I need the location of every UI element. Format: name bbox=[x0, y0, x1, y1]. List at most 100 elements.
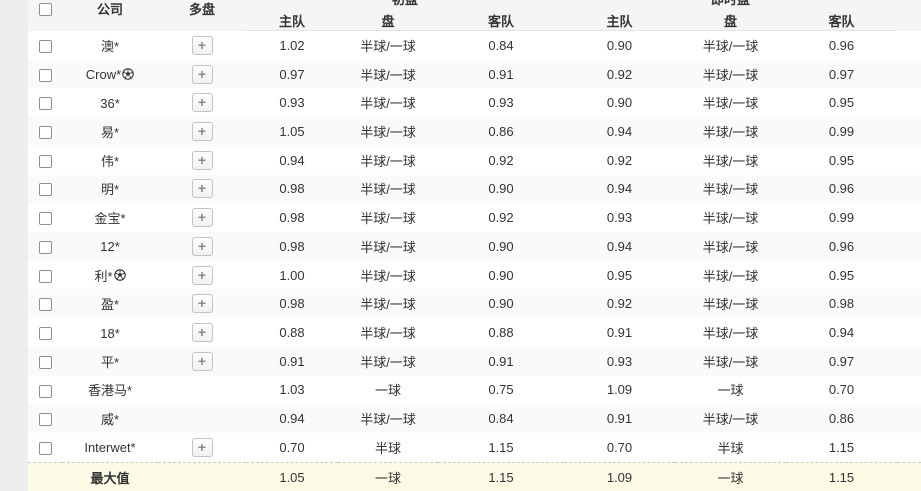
company-cell: 香港马* bbox=[62, 376, 158, 405]
expand-odds-button[interactable]: + bbox=[192, 122, 213, 141]
handicap-cell-1: 半球/一球 bbox=[338, 88, 438, 117]
company-name[interactable]: 平* bbox=[101, 355, 119, 370]
away-odds-cell-1: 0.90 bbox=[438, 289, 564, 318]
expand-odds-button[interactable]: + bbox=[192, 93, 213, 112]
away-odds-cell-2: 0.95 bbox=[786, 146, 897, 175]
group-header-row: 公司 多盘 初盘 即时盘 bbox=[28, 0, 921, 10]
expand-odds-button[interactable]: + bbox=[192, 208, 213, 227]
table-row: 威*0.94半球/一球0.840.91半球/一球0.86 bbox=[28, 404, 921, 433]
company-name[interactable]: 利* bbox=[94, 269, 112, 284]
company-name[interactable]: Interwet* bbox=[84, 440, 135, 455]
row-checkbox[interactable] bbox=[39, 413, 52, 426]
row-checkbox[interactable] bbox=[39, 97, 52, 110]
soccer-ball-icon bbox=[114, 269, 126, 281]
checkbox-cell bbox=[28, 60, 62, 89]
expand-odds-button[interactable]: + bbox=[192, 65, 213, 84]
row-checkbox[interactable] bbox=[39, 69, 52, 82]
company-name[interactable]: 盈* bbox=[101, 297, 119, 312]
expand-odds-button[interactable]: + bbox=[192, 36, 213, 55]
checkbox-cell bbox=[28, 289, 62, 318]
company-name[interactable]: 36* bbox=[100, 96, 120, 111]
home-odds-cell-1: 0.98 bbox=[246, 232, 338, 261]
handicap-cell-2: 半球/一球 bbox=[675, 146, 786, 175]
filler-cell bbox=[897, 376, 921, 405]
row-checkbox[interactable] bbox=[39, 385, 52, 398]
away-odds-cell-1: 0.91 bbox=[438, 347, 564, 376]
away-odds-cell-1: 0.75 bbox=[438, 376, 564, 405]
row-checkbox[interactable] bbox=[39, 155, 52, 168]
company-name[interactable]: 澳* bbox=[101, 39, 119, 54]
home-odds-cell-2: 0.92 bbox=[564, 289, 675, 318]
expand-odds-button[interactable]: + bbox=[192, 179, 213, 198]
handicap-cell-2: 一球 bbox=[675, 376, 786, 405]
company-name[interactable]: 易* bbox=[101, 125, 119, 140]
home-subheader-2: 主队 bbox=[564, 10, 675, 31]
away-odds-cell-2: 0.99 bbox=[786, 117, 897, 146]
company-name[interactable]: 18* bbox=[100, 326, 120, 341]
filler-cell bbox=[897, 203, 921, 232]
multi-odds-cell: + bbox=[158, 318, 246, 347]
expand-odds-button[interactable]: + bbox=[192, 266, 213, 285]
odds-comparison-table: 公司 多盘 初盘 即时盘 主队 盘 客队 主队 盘 客队 澳*+1.02半球/一… bbox=[28, 0, 921, 491]
table-row: 香港马*1.03一球0.751.09一球0.70 bbox=[28, 376, 921, 405]
checkbox-cell bbox=[28, 146, 62, 175]
home-odds-cell-1: 1.02 bbox=[246, 31, 338, 60]
handicap-cell-1: 半球 bbox=[338, 433, 438, 462]
row-checkbox[interactable] bbox=[39, 298, 52, 311]
multi-odds-cell: + bbox=[158, 31, 246, 60]
expand-odds-button[interactable]: + bbox=[192, 323, 213, 342]
expand-odds-button[interactable]: + bbox=[192, 438, 213, 457]
handicap-cell-1: 半球/一球 bbox=[338, 60, 438, 89]
away-odds-cell-1: 0.90 bbox=[438, 261, 564, 290]
handicap-cell-1: 半球/一球 bbox=[338, 117, 438, 146]
max-handicap-2: 一球 bbox=[675, 462, 786, 491]
filler-cell bbox=[897, 347, 921, 376]
away-odds-cell-2: 0.95 bbox=[786, 261, 897, 290]
row-checkbox[interactable] bbox=[39, 270, 52, 283]
filler-header bbox=[897, 0, 921, 31]
handicap-cell-1: 半球/一球 bbox=[338, 31, 438, 60]
row-checkbox[interactable] bbox=[39, 183, 52, 196]
away-odds-cell-2: 0.86 bbox=[786, 404, 897, 433]
away-odds-cell-2: 1.15 bbox=[786, 433, 897, 462]
expand-odds-button[interactable]: + bbox=[192, 151, 213, 170]
home-odds-cell-1: 1.05 bbox=[246, 117, 338, 146]
checkbox-cell bbox=[28, 433, 62, 462]
away-odds-cell-1: 0.84 bbox=[438, 31, 564, 60]
checkbox-cell bbox=[28, 31, 62, 60]
handicap-cell-2: 半球/一球 bbox=[675, 117, 786, 146]
company-name[interactable]: 金宝* bbox=[94, 211, 125, 226]
away-odds-cell-2: 0.96 bbox=[786, 175, 897, 204]
company-name[interactable]: 香港马* bbox=[88, 383, 132, 398]
company-name[interactable]: 伟* bbox=[101, 154, 119, 169]
select-all-checkbox[interactable] bbox=[39, 3, 52, 16]
odds-comparison-screen: 公司 多盘 初盘 即时盘 主队 盘 客队 主队 盘 客队 澳*+1.02半球/一… bbox=[0, 0, 921, 491]
company-name[interactable]: Crow* bbox=[86, 67, 121, 82]
checkbox-cell bbox=[28, 347, 62, 376]
expand-odds-button[interactable]: + bbox=[192, 237, 213, 256]
odds-table-wrap: 公司 多盘 初盘 即时盘 主队 盘 客队 主队 盘 客队 澳*+1.02半球/一… bbox=[28, 0, 921, 491]
filler-cell bbox=[897, 289, 921, 318]
handicap-cell-2: 半球/一球 bbox=[675, 60, 786, 89]
table-row: 12*+0.98半球/一球0.900.94半球/一球0.96 bbox=[28, 232, 921, 261]
multi-odds-cell: + bbox=[158, 146, 246, 175]
row-checkbox[interactable] bbox=[39, 327, 52, 340]
live-odds-group-header: 即时盘 bbox=[564, 0, 897, 10]
select-all-cell bbox=[28, 0, 62, 31]
row-checkbox[interactable] bbox=[39, 241, 52, 254]
row-checkbox[interactable] bbox=[39, 442, 52, 455]
company-name[interactable]: 威* bbox=[101, 412, 119, 427]
row-checkbox[interactable] bbox=[39, 356, 52, 369]
row-checkbox[interactable] bbox=[39, 212, 52, 225]
company-name[interactable]: 明* bbox=[101, 182, 119, 197]
company-cell: 12* bbox=[62, 232, 158, 261]
away-odds-cell-1: 0.90 bbox=[438, 232, 564, 261]
handicap-cell-2: 半球/一球 bbox=[675, 175, 786, 204]
row-checkbox[interactable] bbox=[39, 40, 52, 53]
expand-odds-button[interactable]: + bbox=[192, 294, 213, 313]
multi-odds-cell bbox=[158, 404, 246, 433]
row-checkbox[interactable] bbox=[39, 126, 52, 139]
handicap-cell-1: 半球/一球 bbox=[338, 347, 438, 376]
company-name[interactable]: 12* bbox=[100, 239, 120, 254]
expand-odds-button[interactable]: + bbox=[192, 352, 213, 371]
